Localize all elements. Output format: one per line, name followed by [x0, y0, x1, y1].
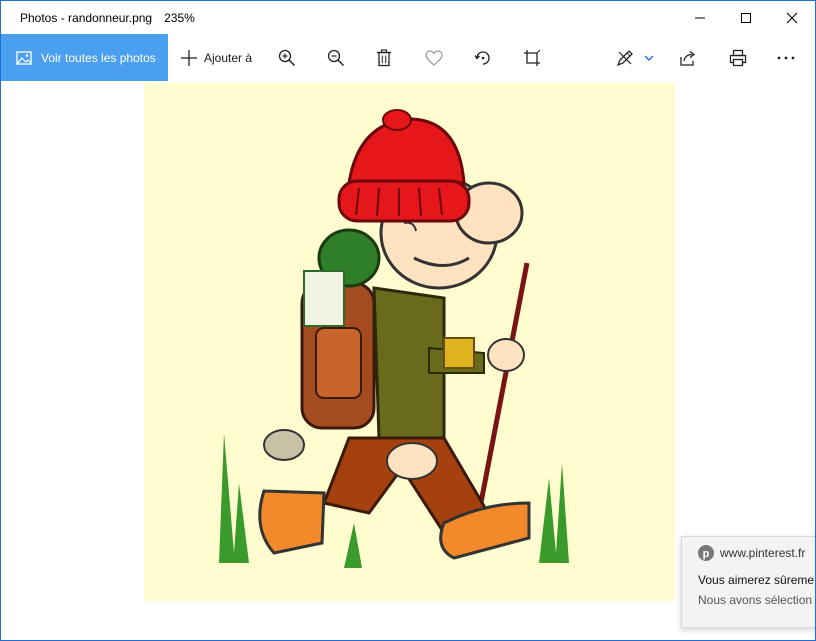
more-icon: [777, 56, 795, 59]
notification-header: p www.pinterest.fr: [698, 545, 815, 561]
crop-icon: [524, 49, 541, 66]
chevron-down-icon: [644, 55, 654, 61]
favorite-heart-icon: [425, 49, 443, 66]
pinterest-icon: p: [698, 545, 714, 561]
plus-icon: [181, 49, 197, 66]
minimize-icon: [695, 17, 705, 18]
delete-icon: [377, 48, 391, 66]
view-all-photos-button[interactable]: Voir toutes les photos: [1, 34, 168, 81]
view-all-photos-label: Voir toutes les photos: [41, 50, 156, 65]
edit-dropdown-button[interactable]: [639, 34, 659, 81]
add-to-label: Ajouter à: [204, 50, 253, 65]
close-icon: [786, 12, 798, 23]
photo-image[interactable]: [144, 83, 675, 601]
svg-text:p: p: [703, 548, 710, 560]
zoom-level: 235%: [164, 10, 195, 25]
edit-draw-icon: [616, 49, 633, 66]
share-icon: [680, 50, 696, 66]
zoom-in-icon: [278, 49, 296, 66]
favorite-button[interactable]: [414, 34, 454, 81]
hiker-illustration: [219, 109, 569, 568]
zoom-in-button[interactable]: [267, 34, 307, 81]
add-to-button[interactable]: Ajouter à: [180, 49, 252, 67]
window-title: Photos - randonneur.png: [20, 10, 153, 25]
title-bar[interactable]: Photos - randonneur.png 235%: [1, 1, 815, 34]
photos-app-window: Photos - randonneur.png 235% Voir toutes…: [0, 0, 816, 641]
zoom-out-button[interactable]: [316, 34, 356, 81]
maximize-icon: [741, 12, 751, 23]
rotate-button[interactable]: [463, 34, 503, 81]
notification-site: www.pinterest.fr: [720, 546, 806, 560]
rotate-icon: [474, 50, 490, 65]
minimize-button[interactable]: [677, 1, 723, 34]
share-button[interactable]: [668, 34, 708, 81]
edit-draw-button[interactable]: [607, 34, 643, 81]
print-button[interactable]: [718, 34, 758, 81]
gallery-icon: [16, 50, 32, 65]
close-button[interactable]: [769, 1, 815, 34]
notification-body: Nous avons sélection: [698, 593, 813, 607]
maximize-button[interactable]: [723, 1, 769, 34]
notification-title: Vous aimerez sûreme: [698, 573, 815, 587]
window-controls: [677, 1, 815, 34]
delete-button[interactable]: [364, 34, 404, 81]
print-icon: [729, 49, 747, 66]
notification-toast[interactable]: p www.pinterest.fr Vous aimerez sûreme N…: [681, 536, 815, 628]
zoom-out-icon: [327, 49, 345, 66]
crop-button[interactable]: [512, 34, 552, 81]
more-options-button[interactable]: [766, 34, 806, 81]
